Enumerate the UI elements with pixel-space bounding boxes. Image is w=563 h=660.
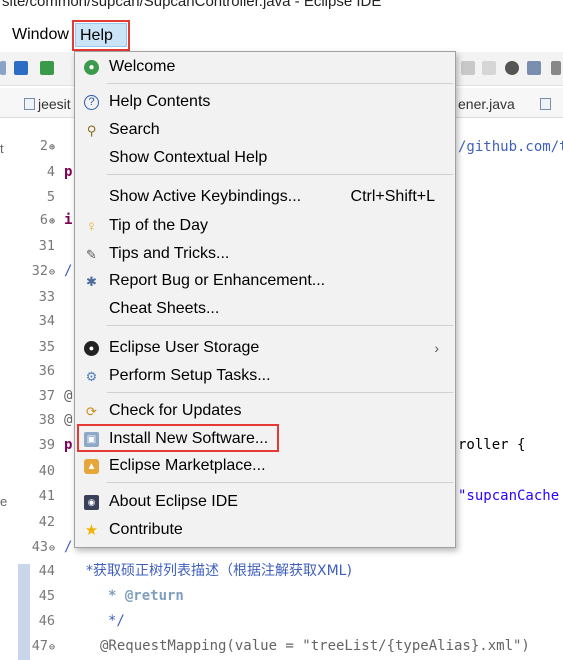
- toolbar-more-icon[interactable]: [551, 61, 561, 75]
- menu-item-tips-and-tricks[interactable]: ✎ Tips and Tricks...: [75, 242, 455, 266]
- menu-item-check-for-updates[interactable]: ⟳ Check for Updates: [75, 399, 455, 423]
- tab-listener[interactable]: ener.java: [458, 93, 515, 115]
- setup-tasks-icon: ⚙: [85, 369, 98, 384]
- menu-item-show-contextual-help[interactable]: Show Contextual Help: [75, 146, 455, 170]
- menu-window[interactable]: Window: [8, 23, 73, 47]
- menu-item-perform-setup-tasks[interactable]: ⚙ Perform Setup Tasks...: [75, 364, 455, 388]
- toolbar-annotation-icon[interactable]: [14, 61, 28, 75]
- menu-item-about-eclipse[interactable]: ◉ About Eclipse IDE: [75, 490, 455, 514]
- menu-item-show-active-keybindings[interactable]: Show Active Keybindings... Ctrl+Shift+L: [75, 185, 455, 209]
- tips-icon: ✎: [86, 247, 97, 262]
- code-fragment-class: roller {: [458, 437, 526, 453]
- user-storage-icon: ●: [84, 341, 99, 356]
- menu-item-tip-of-the-day[interactable]: ♀ Tip of the Day: [75, 214, 455, 238]
- code-line: 45 * @return: [38, 588, 184, 604]
- java-file-icon: [24, 98, 35, 110]
- code-fragment-string: "supcanCache: [458, 488, 560, 504]
- code-line: 47⊖ @RequestMapping(value = "treeList/{ty…: [31, 638, 530, 654]
- star-icon: ★: [84, 522, 99, 539]
- menu-item-contribute[interactable]: ★ Contribute: [75, 518, 455, 542]
- tab-java-file-icon[interactable]: [540, 93, 554, 115]
- eclipse-icon: ◉: [84, 495, 99, 510]
- help-contents-icon: ?: [84, 95, 99, 110]
- menu-separator: [107, 482, 453, 483]
- submenu-arrow-icon: ›: [434, 340, 439, 356]
- code-line: 46 */: [38, 613, 125, 629]
- toolbar-run-icon[interactable]: [40, 61, 54, 75]
- menu-separator: [107, 83, 453, 84]
- java-file-icon: [540, 98, 551, 110]
- bug-icon: ✱: [86, 274, 97, 289]
- toolbar-debug-icon[interactable]: [505, 61, 519, 75]
- window-title: site/common/supcan/SupcanController.java…: [2, 0, 382, 10]
- menu-item-eclipse-user-storage[interactable]: ● Eclipse User Storage ›: [75, 336, 455, 360]
- search-icon: ⚲: [86, 123, 97, 138]
- menu-item-install-new-software[interactable]: ▣ Install New Software...: [75, 427, 455, 451]
- menu-item-report-bug[interactable]: ✱ Report Bug or Enhancement...: [75, 269, 455, 293]
- menu-item-help-contents[interactable]: ? Help Contents: [75, 90, 455, 114]
- menu-separator: [107, 174, 453, 175]
- toolbar-icon[interactable]: [0, 61, 6, 75]
- menu-item-search[interactable]: ⚲ Search: [75, 118, 455, 142]
- menu-item-cheat-sheets[interactable]: Cheat Sheets...: [75, 297, 455, 321]
- toolbar-paragraph-icon[interactable]: [482, 61, 496, 75]
- menu-item-eclipse-marketplace[interactable]: ▲ Eclipse Marketplace...: [75, 454, 455, 478]
- help-menu-dropdown: ● Welcome ? Help Contents ⚲ Search Show …: [74, 51, 456, 548]
- tab-jeesite[interactable]: jeesit: [24, 93, 71, 115]
- code-line: 44 *获取硕正树列表描述（根据注解获取XML): [38, 563, 352, 579]
- menu-item-welcome[interactable]: ● Welcome: [75, 55, 455, 79]
- welcome-icon: ●: [84, 60, 99, 75]
- marketplace-icon: ▲: [84, 459, 99, 474]
- toolbar-format-icon[interactable]: [461, 61, 475, 75]
- install-software-icon: ▣: [84, 432, 99, 447]
- menu-separator: [107, 392, 453, 393]
- toolbar-tool-icon[interactable]: [527, 61, 541, 75]
- code-fragment-url: /github.com/t: [458, 139, 563, 155]
- menu-bar: Window Help: [0, 20, 563, 50]
- menu-help[interactable]: Help: [75, 23, 127, 47]
- menu-separator: [107, 325, 453, 326]
- lightbulb-icon: ♀: [85, 218, 98, 235]
- update-icon: ⟳: [86, 404, 97, 419]
